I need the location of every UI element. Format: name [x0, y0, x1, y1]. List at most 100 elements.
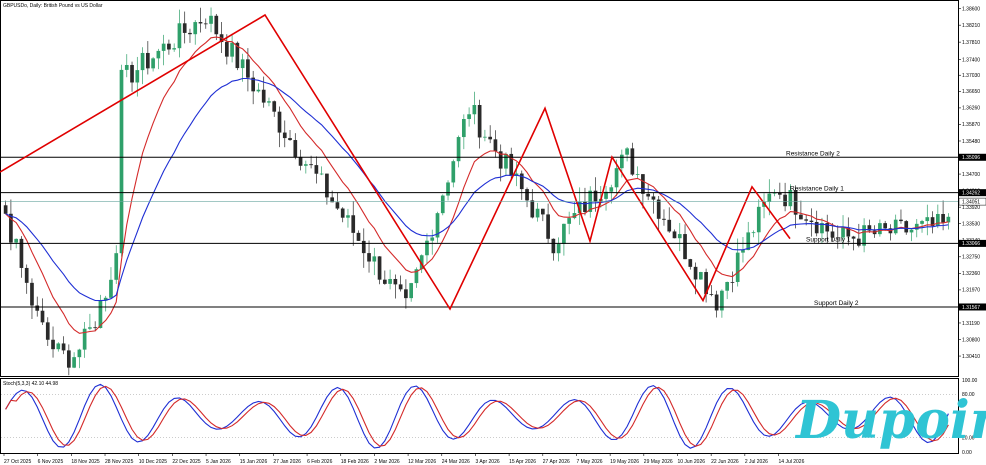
candle-body [256, 89, 261, 92]
logo-text: Dupoin [794, 390, 986, 451]
price-tick-label: 1.31190 [962, 321, 980, 327]
candle-body [319, 173, 324, 175]
candle-body [335, 202, 340, 209]
candle-body [488, 136, 493, 140]
candle-body [730, 281, 735, 283]
candle-body [377, 256, 382, 280]
candle-body [124, 64, 129, 70]
candle-body [272, 101, 277, 112]
candle-body [504, 153, 508, 169]
candle-body [367, 253, 371, 262]
candle-body [314, 165, 319, 174]
candle-body [741, 250, 745, 253]
candle-body [3, 205, 8, 214]
candle-body [425, 240, 429, 256]
candle-body [130, 64, 134, 83]
candle-body [325, 173, 329, 198]
stoch-tick-label: 100.00 [962, 378, 978, 384]
date-tick-label: 27 Oct 2025 [4, 459, 31, 465]
candle-body [856, 238, 861, 246]
date-tick-label: 15 Apr 2026 [509, 459, 536, 465]
candle-body [714, 294, 719, 311]
candle-body [261, 89, 266, 103]
candle-body [862, 225, 866, 246]
candle-body [641, 174, 645, 194]
candle-body [61, 343, 66, 351]
candle-body [630, 148, 635, 175]
candle-body [477, 105, 482, 138]
candle-body [725, 281, 730, 291]
candle-body [556, 243, 561, 254]
candle-body [720, 290, 724, 311]
candle-body [698, 272, 703, 280]
price-tick-label: 1.35480 [962, 139, 980, 145]
candle-body [899, 219, 903, 222]
date-tick-label: 2 Jul 2026 [745, 459, 768, 465]
candle-body [277, 111, 282, 133]
candle-body [51, 339, 55, 350]
candle-body [161, 43, 166, 51]
candle-body [530, 200, 535, 218]
candle-body [461, 119, 466, 138]
candle-body [224, 42, 229, 57]
price-tick-label: 1.31970 [962, 288, 980, 294]
price-tick-label: 1.37030 [962, 73, 980, 79]
candle-body [40, 310, 45, 323]
candle-body [66, 350, 71, 368]
candle-body [177, 23, 182, 49]
candle-body [30, 282, 34, 306]
zigzag-line [0, 13, 791, 311]
candle-body [851, 236, 856, 239]
candle-body [14, 238, 19, 243]
date-tick-label: 2 Mar 2026 [374, 459, 400, 465]
date-tick-label: 18 Nov 2025 [71, 459, 100, 465]
level-price-tag-text: 1.34262 [962, 190, 980, 196]
candle-body [372, 256, 377, 262]
candle-body [151, 58, 155, 69]
candle-body [746, 232, 751, 251]
candle-body [246, 59, 250, 78]
level-label: Resistance Daily 2 [786, 150, 840, 157]
candle-body [677, 234, 682, 239]
date-tick-label: 6 Nov 2025 [38, 459, 64, 465]
candle-body [24, 267, 29, 283]
candle-body [382, 279, 387, 284]
date-tick-label: 29 May 2026 [644, 459, 673, 465]
date-tick-label: 18 Feb 2026 [341, 459, 369, 465]
candle-body [356, 232, 361, 241]
price-tick-label: 1.36650 [962, 89, 980, 95]
level-price-tag-text: 1.35096 [962, 155, 980, 161]
price-tick-label: 1.35870 [962, 122, 980, 128]
candle-body [288, 138, 292, 141]
candle-body [735, 252, 740, 282]
candle-body [793, 190, 798, 215]
candle-body [767, 193, 772, 202]
candle-body [546, 214, 550, 239]
candle-body [340, 208, 345, 218]
candle-body [351, 215, 356, 233]
candle-body [93, 327, 98, 329]
date-tick-label: 24 Mar 2026 [442, 459, 470, 465]
candle-body [140, 52, 145, 71]
candle-body [751, 232, 756, 234]
candle-body [925, 217, 930, 222]
candle-body [483, 136, 487, 138]
candle-body [430, 237, 435, 241]
candle-body [635, 174, 640, 175]
date-axis: 27 Oct 2025 6 Nov 2025 18 Nov 2025 28 Nov 2… [3, 453, 805, 465]
candle-body [45, 322, 50, 340]
candle-body [472, 105, 477, 115]
candle-body [309, 164, 313, 166]
candle-body [688, 259, 693, 267]
candle-body [662, 218, 666, 220]
level-label: Support Daily 1 [806, 236, 851, 243]
candle-body [446, 182, 450, 196]
date-tick-label: 19 May 2026 [610, 459, 639, 465]
candle-body [404, 289, 408, 299]
price-tick-label: 1.37810 [962, 40, 980, 46]
candle-body [614, 168, 619, 188]
candle-body [203, 23, 208, 25]
candle-body [198, 22, 203, 24]
date-tick-label: 22 Jun 2026 [711, 459, 739, 465]
candle-body [56, 343, 61, 350]
